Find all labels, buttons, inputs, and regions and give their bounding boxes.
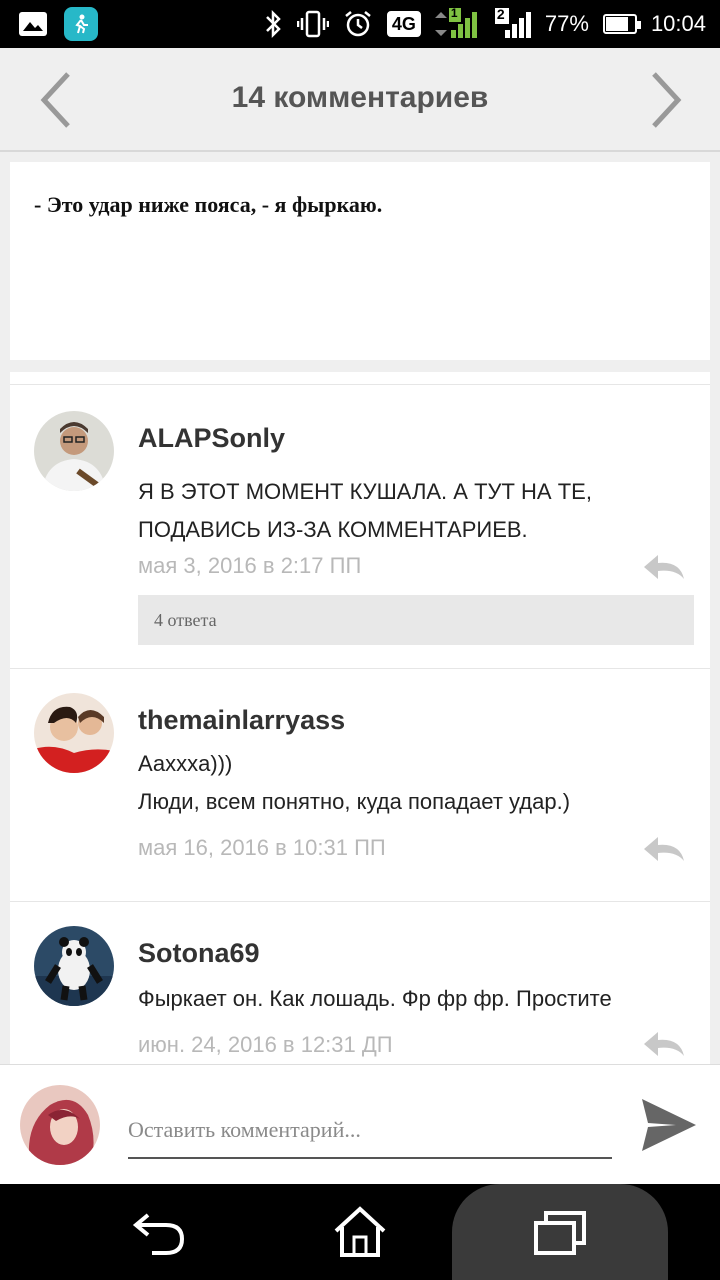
comment-date: июн. 24, 2016 в 12:31 ДП xyxy=(138,1032,393,1057)
sim2-indicator: 2 xyxy=(496,6,505,22)
comment-list[interactable]: ALAPSonly Я В ЭТОТ МОМЕНТ КУШАЛА. А ТУТ … xyxy=(10,372,710,1064)
comment-author[interactable]: ALAPSonly xyxy=(138,423,285,454)
reply-icon[interactable] xyxy=(642,1030,686,1058)
reply-icon[interactable] xyxy=(642,553,686,581)
next-button[interactable] xyxy=(642,70,692,130)
comment-line: Фыркает он. Как лошадь. Фр фр фр. Прости… xyxy=(138,986,612,1011)
avatar[interactable] xyxy=(34,926,114,1006)
reply-icon[interactable] xyxy=(642,835,686,863)
sim1-indicator: 1 xyxy=(450,6,458,20)
my-avatar xyxy=(20,1085,100,1165)
status-bar: 4G 1 2 77% 10:04 xyxy=(0,0,720,48)
comment-item: ALAPSonly Я В ЭТОТ МОМЕНТ КУШАЛА. А ТУТ … xyxy=(10,384,710,667)
replies-button[interactable]: 4 ответа xyxy=(138,595,694,645)
comment-date: мая 3, 2016 в 2:17 ПП xyxy=(138,553,362,578)
comment-text: Фыркает он. Как лошадь. Фр фр фр. Прости… xyxy=(138,980,612,1018)
quoted-excerpt: - Это удар ниже пояса, - я фыркаю. xyxy=(10,162,710,360)
comment-author[interactable]: themainlarryass xyxy=(138,705,345,736)
recents-button[interactable] xyxy=(530,1202,590,1262)
clock: 10:04 xyxy=(650,11,706,36)
comment-item: Sotona69 Фыркает он. Как лошадь. Фр фр ф… xyxy=(10,901,710,1064)
chevron-right-icon xyxy=(652,72,682,128)
comment-composer xyxy=(0,1064,720,1185)
comment-text: Аахххa))) Люди, всем понятно, куда попад… xyxy=(138,745,570,821)
comment-line: Аахххa))) xyxy=(138,751,233,776)
comment-item: themainlarryass Аахххa))) Люди, всем пон… xyxy=(10,668,710,901)
comment-date: мая 16, 2016 в 10:31 ПП xyxy=(138,835,386,860)
fitness-app-icon xyxy=(64,7,98,41)
signal-icon: 1 xyxy=(434,6,481,40)
recents-icon xyxy=(534,1211,586,1255)
comment-input[interactable] xyxy=(128,1103,612,1159)
excerpt-text: - Это удар ниже пояса, - я фыркаю. xyxy=(34,192,383,217)
comments-header: 14 комментариев xyxy=(0,48,720,152)
send-icon[interactable] xyxy=(640,1097,698,1153)
gallery-icon xyxy=(18,11,48,37)
vibrate-icon xyxy=(296,9,329,39)
avatar[interactable] xyxy=(34,693,114,773)
battery-percent: 77% xyxy=(544,11,589,36)
home-button[interactable] xyxy=(330,1202,390,1262)
system-nav-bar xyxy=(0,1184,720,1280)
comment-line: ПОДАВИСЬ ИЗ-ЗА КОММЕНТАРИЕВ. xyxy=(138,517,528,542)
bluetooth-icon xyxy=(263,9,283,39)
comment-author[interactable]: Sotona69 xyxy=(138,938,260,969)
battery-icon xyxy=(602,14,641,34)
avatar[interactable] xyxy=(34,411,114,491)
back-button[interactable] xyxy=(130,1202,190,1262)
back-icon xyxy=(132,1213,185,1255)
comment-line: Люди, всем понятно, куда попадает удар.) xyxy=(138,789,571,814)
home-icon xyxy=(334,1206,386,1257)
alarm-icon xyxy=(343,9,373,39)
network-type: 4G xyxy=(386,11,421,37)
signal-sim2-icon: 2 xyxy=(494,6,531,40)
comment-line: Я В ЭТОТ МОМЕНТ КУШАЛА. А ТУТ НА ТЕ, xyxy=(138,479,592,504)
comment-text: Я В ЭТОТ МОМЕНТ КУШАЛА. А ТУТ НА ТЕ, ПОД… xyxy=(138,473,592,549)
page-title: 14 комментариев xyxy=(231,81,489,114)
